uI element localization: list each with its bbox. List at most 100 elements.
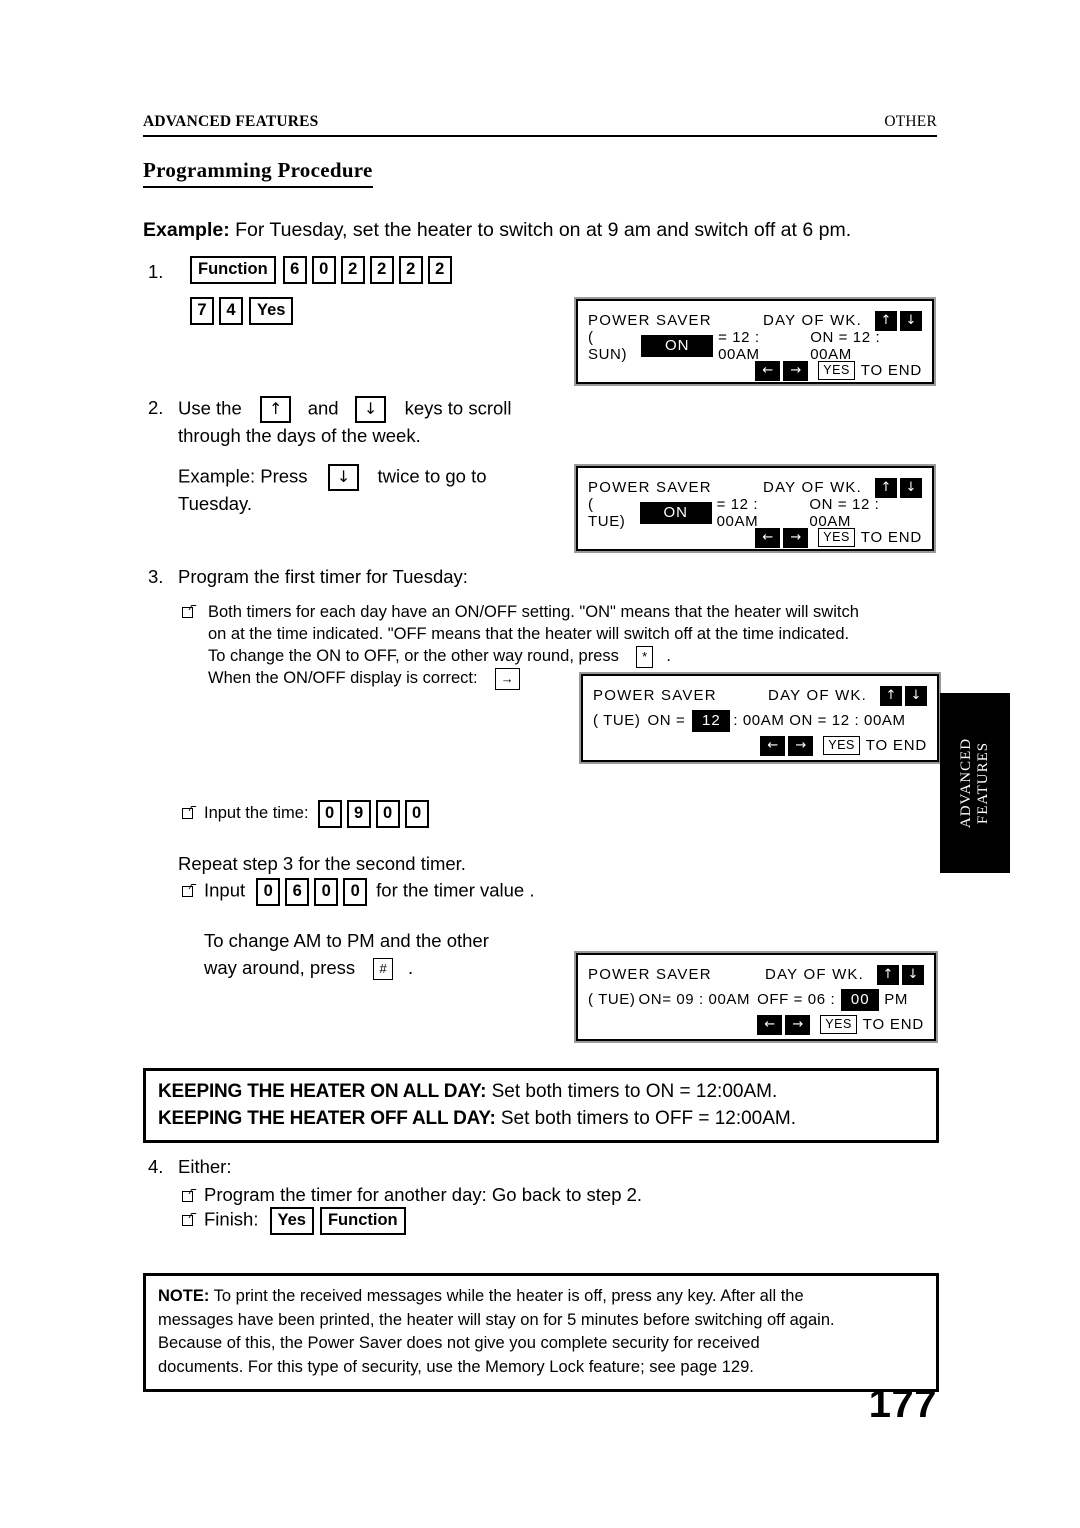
lcd-right-arrow-icon-3[interactable]: →: [788, 735, 814, 756]
lcd-left-arrow-icon-4[interactable]: ←: [757, 1014, 783, 1035]
finish-key-function[interactable]: Function: [319, 1207, 406, 1235]
step-2-example-text-b: twice to go to: [377, 465, 487, 487]
key-2-a[interactable]: 2: [340, 256, 365, 284]
lcd-display-panel-4: POWER SAVER DAY OF WK. ↑ ↓ ( TUE) ON= 09…: [574, 951, 938, 1043]
note-line-3: Because of this, the Power Saver does no…: [158, 1334, 760, 1352]
step-3-bullet-2: Input the time: 0 9 0 0: [182, 800, 429, 828]
lcd-minutes-field-4[interactable]: 00: [841, 988, 880, 1011]
key-2-c[interactable]: 2: [398, 256, 423, 284]
timer-key-0-a[interactable]: 0: [256, 878, 281, 906]
time-key-9[interactable]: 9: [346, 800, 371, 828]
timer-key-0-c[interactable]: 0: [343, 878, 368, 906]
lcd-left-arrow-icon-1[interactable]: ←: [755, 360, 781, 381]
key-4[interactable]: 4: [219, 297, 243, 325]
time-key-0-c[interactable]: 0: [404, 800, 429, 828]
lcd-down-arrow-icon-2[interactable]: ↓: [900, 477, 922, 498]
page-title: Programming Procedure: [143, 158, 373, 188]
keeping-off-line: KEEPING THE HEATER OFF ALL DAY: Set both…: [158, 1105, 924, 1132]
step-1-number: 1.: [148, 261, 164, 282]
example-text: For Tuesday, set the heater to switch on…: [229, 219, 852, 241]
finish-key-yes[interactable]: Yes: [269, 1207, 314, 1235]
lcd-to-end-label-4: TO END: [862, 1016, 924, 1033]
lcd-on-off-field-2[interactable]: ON: [639, 501, 712, 524]
note-line-1-text: To print the received messages while the…: [209, 1287, 804, 1305]
side-thumb-tab: ADVANCED FEATURES: [940, 693, 1010, 873]
lcd-up-arrow-icon-3[interactable]: ↑: [880, 685, 902, 706]
key-yes[interactable]: Yes: [249, 297, 294, 325]
example-intro: Example: For Tuesday, set the heater to …: [143, 218, 851, 242]
lcd-right-arrow-icon-4[interactable]: →: [785, 1014, 811, 1035]
lcd-yes-button-3[interactable]: YES: [823, 735, 860, 756]
step-2-text-b: and: [307, 397, 339, 419]
input-label-2: Input: [204, 879, 246, 901]
lcd-up-arrow-icon-4[interactable]: ↑: [877, 964, 899, 985]
step-2-line-2: through the days of the week.: [178, 425, 421, 446]
lcd-day-of-week-label-2: DAY OF WK.: [763, 479, 862, 496]
step-3-line-3-period: .: [666, 647, 671, 665]
note-line-1: NOTE: To print the received messages whi…: [158, 1285, 924, 1309]
example-label: Example:: [143, 219, 230, 241]
keeping-on-heading: KEEPING THE HEATER ON ALL DAY:: [158, 1081, 487, 1102]
key-function[interactable]: Function: [190, 256, 276, 284]
time-key-0-a[interactable]: 0: [317, 800, 342, 828]
note-line-4: documents. For this type of security, us…: [158, 1357, 754, 1376]
lcd-rest-3: : 00AM ON = 12 : 00AM: [733, 712, 906, 729]
step-4-number: 4.: [148, 1156, 164, 1177]
star-key-icon[interactable]: *: [636, 645, 654, 668]
up-arrow-key-icon[interactable]: ↑: [260, 396, 292, 423]
lcd-to-end-label-1: TO END: [860, 362, 922, 379]
finish-label: Finish:: [204, 1208, 259, 1230]
lcd-title-4: POWER SAVER: [588, 966, 712, 983]
lcd-left-arrow-icon-3[interactable]: ←: [760, 735, 786, 756]
lcd-on-time-4: ON= 09 : 00AM: [638, 991, 751, 1008]
timer-key-0-b[interactable]: 0: [314, 878, 339, 906]
lcd-down-arrow-icon-4[interactable]: ↓: [902, 964, 924, 985]
lcd-title-2: POWER SAVER: [588, 479, 712, 496]
lcd-yes-button-4[interactable]: YES: [820, 1014, 857, 1035]
key-2-b[interactable]: 2: [369, 256, 394, 284]
down-arrow-key-icon-example[interactable]: ↓: [327, 464, 360, 491]
step-3-heading: Program the first timer for Tuesday:: [178, 566, 468, 587]
lcd-left-arrow-icon-2[interactable]: ←: [755, 527, 781, 548]
step-4-bullet-1: Program the timer for another day: Go ba…: [182, 1183, 642, 1207]
step-3-bullet-1-line-4: When the ON/OFF display is correct: →: [208, 666, 520, 690]
lcd-on-off-field-1[interactable]: ON: [641, 334, 714, 357]
lcd-hour-field-3[interactable]: 12: [692, 709, 731, 732]
step-3-change-onoff-text: To change the ON to OFF, or the other wa…: [208, 647, 619, 665]
side-tab-line-2: FEATURES: [975, 741, 991, 825]
lcd-yes-button-2[interactable]: YES: [818, 527, 855, 548]
step-3-number: 3.: [148, 566, 164, 587]
lcd-day-3: ( TUE): [593, 712, 641, 729]
step-2-example-text-a: Example: Press: [178, 465, 308, 487]
keeping-on-body: Set both timers to ON = 12:00AM.: [486, 1081, 778, 1102]
lcd-up-arrow-icon-2[interactable]: ↑: [875, 477, 897, 498]
lcd-right-arrow-icon-2[interactable]: →: [783, 527, 809, 548]
lcd-right-arrow-icon-1[interactable]: →: [783, 360, 809, 381]
lcd-day-of-week-label-4: DAY OF WK.: [765, 966, 864, 983]
right-arrow-key-icon[interactable]: →: [494, 667, 520, 690]
lcd-ampm-4: PM: [884, 991, 908, 1008]
lcd-yes-button-1[interactable]: YES: [818, 360, 855, 381]
step-4-bullet-1-text: Program the timer for another day: Go ba…: [204, 1184, 643, 1205]
timer-key-6[interactable]: 6: [285, 878, 310, 906]
lcd-to-end-label-2: TO END: [860, 529, 922, 546]
key-0[interactable]: 0: [311, 256, 336, 284]
keeping-heater-callout-box: KEEPING THE HEATER ON ALL DAY: Set both …: [143, 1068, 939, 1143]
hash-key-icon[interactable]: #: [373, 958, 393, 981]
side-thumb-tab-label: ADVANCED FEATURES: [958, 738, 992, 828]
key-6[interactable]: 6: [282, 256, 307, 284]
key-7[interactable]: 7: [190, 297, 214, 325]
key-2-d[interactable]: 2: [427, 256, 452, 284]
repeat-step-3-text: Repeat step 3 for the second timer.: [178, 853, 466, 874]
running-header: ADVANCED FEATURES OTHER: [143, 113, 937, 137]
lcd-up-arrow-icon-1[interactable]: ↑: [875, 310, 897, 331]
lcd-down-arrow-icon-3[interactable]: ↓: [905, 685, 927, 706]
step-2-text-c: keys to scroll: [404, 397, 512, 419]
down-arrow-key-icon[interactable]: ↓: [354, 396, 387, 423]
lcd-timer2-value-1: ON = 12 : 00AM: [810, 328, 881, 363]
lcd-title-1: POWER SAVER: [588, 312, 712, 329]
lcd-down-arrow-icon-1[interactable]: ↓: [900, 310, 922, 331]
step-2-number: 2.: [148, 397, 164, 418]
step-3-bullet-1: [182, 600, 204, 624]
time-key-0-b[interactable]: 0: [375, 800, 400, 828]
